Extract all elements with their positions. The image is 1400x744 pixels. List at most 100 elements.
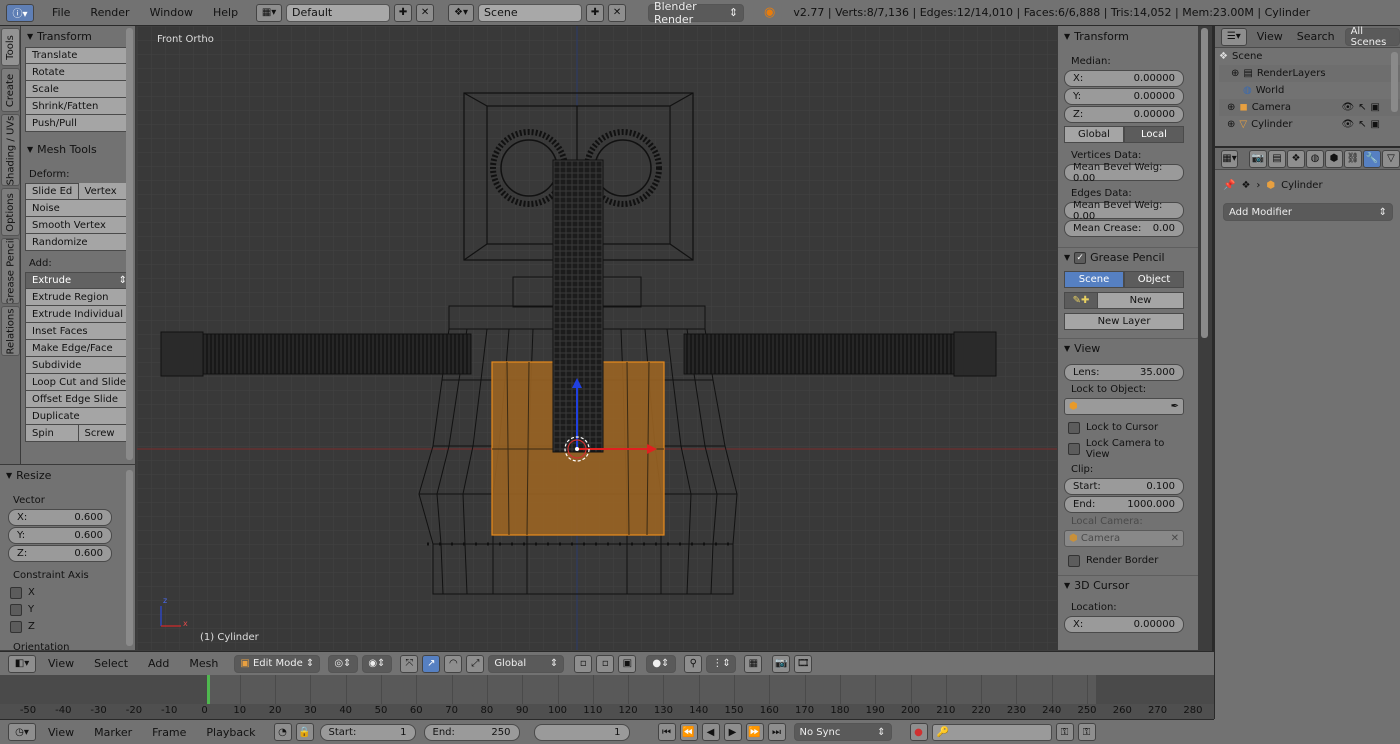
current-frame-field[interactable]: 1 (533, 723, 630, 741)
translate-button[interactable]: Translate (25, 47, 131, 64)
layers-tab-icon[interactable]: ▤ (1268, 149, 1286, 168)
3d-cursor-panel-header[interactable]: ▼ 3D Cursor (1058, 575, 1198, 593)
menu-add[interactable]: Add (140, 657, 177, 670)
screen-layout-icon[interactable]: ▦▾ (256, 3, 283, 22)
outliner-item-scene[interactable]: ❖ Scene (1219, 48, 1400, 65)
pencil-icon[interactable]: ✎✚ (1064, 292, 1098, 309)
spin-button[interactable]: Spin (25, 425, 79, 442)
vertex-bevel-weight-field[interactable]: Mean Bevel Weig: 0.00 (1064, 162, 1184, 184)
outliner-search-menu[interactable]: Search (1293, 30, 1339, 43)
loop-cut-slide-button[interactable]: Loop Cut and Slide (25, 374, 131, 391)
add-scene-icon[interactable]: ✚ (586, 3, 605, 22)
timeline-menu-view[interactable]: View (40, 726, 82, 739)
outliner-scrollbar[interactable] (1391, 52, 1398, 112)
layer-button-icon[interactable]: ▫ (574, 654, 593, 673)
outliner-item-camera[interactable]: ⊕ ◼ Camera 👁↖▣ (1219, 99, 1400, 116)
scene-tab-icon[interactable]: ❖ (1287, 149, 1305, 168)
timeline-menu-playback[interactable]: Playback (198, 726, 263, 739)
gp-scene-toggle[interactable]: Scene (1064, 271, 1124, 288)
shrink-fatten-button[interactable]: Shrink/Fatten (25, 98, 131, 115)
median-z-field[interactable]: Z: 0.00000 (1064, 106, 1184, 123)
gp-new-button[interactable]: New (1098, 292, 1184, 309)
vector-z-field[interactable]: Z: 0.600 (8, 545, 112, 562)
translate-manipulator-icon[interactable]: ↗ (422, 654, 441, 673)
lens-field[interactable]: Lens: 35.000 (1064, 364, 1184, 381)
lock-range-icon[interactable]: 🔒 (295, 723, 314, 741)
record-icon[interactable]: ● (909, 723, 928, 741)
smooth-vertex-button[interactable]: Smooth Vertex (25, 217, 131, 234)
constraints-tab-icon[interactable]: ⛓ (1344, 149, 1362, 168)
extrude-region-button[interactable]: Extrude Region (25, 289, 131, 306)
layer-button-icon[interactable]: ▣ (618, 654, 637, 673)
play-icon[interactable]: ▶ (723, 723, 742, 741)
delete-keyframe-icon[interactable]: ⚿ (1077, 723, 1096, 741)
add-layout-icon[interactable]: ✚ (394, 3, 413, 22)
outliner-editor-icon[interactable]: ☰▾ (1221, 27, 1247, 46)
slide-edge-button[interactable]: Slide Ed (25, 183, 79, 200)
viewport-shading-select[interactable]: ◎⇕ (328, 654, 359, 673)
display-mode-select[interactable]: All Scenes (1344, 26, 1400, 48)
resize-panel-header[interactable]: ▼ Resize (0, 466, 135, 484)
current-frame-marker[interactable] (207, 675, 210, 707)
preview-range-icon[interactable]: ◔ (273, 723, 292, 741)
screw-button[interactable]: Screw (78, 425, 131, 442)
noise-button[interactable]: Noise (25, 200, 131, 217)
jump-start-icon[interactable]: ⏮ (657, 723, 676, 741)
clear-icon[interactable]: ✕ (1171, 533, 1179, 544)
edge-bevel-weight-field[interactable]: Mean Bevel Weig: 0.00 (1064, 200, 1184, 222)
tab-shading-uvs[interactable]: Shading / UVs (1, 114, 20, 186)
insert-keyframe-icon[interactable]: ⚿ (1055, 723, 1074, 741)
offset-edge-slide-button[interactable]: Offset Edge Slide (25, 391, 131, 408)
lock-object-field[interactable]: ⬢ ✒ (1064, 398, 1184, 415)
expand-icon[interactable]: ⊕ (1227, 119, 1235, 130)
scene-icon[interactable]: ❖▾ (448, 3, 475, 22)
render-tab-icon[interactable]: 📷 (1249, 149, 1267, 168)
menu-file[interactable]: File (44, 6, 78, 19)
menu-select[interactable]: Select (86, 657, 136, 670)
randomize-button[interactable]: Randomize (25, 234, 131, 251)
make-edge-face-button[interactable]: Make Edge/Face (25, 340, 131, 357)
gp-new-layer-button[interactable]: New Layer (1064, 313, 1184, 330)
end-frame-field[interactable]: End: 250 (423, 723, 520, 741)
scale-manipulator-icon[interactable]: ⤢ (466, 654, 485, 673)
pin-icon[interactable]: 📌 (1223, 180, 1235, 191)
tab-create[interactable]: Create (1, 68, 20, 112)
render-engine-select[interactable]: Blender Render ⇕ (648, 0, 745, 26)
vector-x-field[interactable]: X: 0.600 (8, 509, 112, 526)
tab-tools[interactable]: Tools (1, 28, 20, 66)
gp-object-toggle[interactable]: Object (1124, 271, 1184, 288)
tab-grease-pencil[interactable]: Grease Pencil (1, 238, 20, 304)
object-tab-icon[interactable]: ⬢ (1325, 149, 1343, 168)
properties-editor-icon[interactable]: ▦▾ (1221, 149, 1238, 168)
world-tab-icon[interactable]: ◍ (1306, 149, 1324, 168)
mode-select[interactable]: ▣ Edit Mode ⇕ (234, 654, 321, 673)
modifiers-tab-icon[interactable]: 🔧 (1363, 149, 1381, 168)
slide-vertex-button[interactable]: Vertex (78, 183, 131, 200)
proportional-edit-select[interactable]: ●⇕ (646, 654, 677, 673)
menu-help[interactable]: Help (205, 6, 246, 19)
jump-keyframe-forward-icon[interactable]: ⏩ (745, 723, 764, 741)
play-reverse-icon[interactable]: ◀ (701, 723, 720, 741)
3d-viewport[interactable]: Front Ortho (1) Cylinder z x (137, 26, 1057, 650)
render-border-checkbox[interactable]: Render Border (1058, 552, 1198, 569)
transform-panel-header[interactable]: ▼ Transform (1058, 27, 1198, 45)
inset-faces-button[interactable]: Inset Faces (25, 323, 131, 340)
median-y-field[interactable]: Y: 0.00000 (1064, 88, 1184, 105)
cursor-x-field[interactable]: X: 0.00000 (1064, 616, 1184, 633)
extrude-individual-button[interactable]: Extrude Individual (25, 306, 131, 323)
menu-render[interactable]: Render (82, 6, 137, 19)
visibility-icons[interactable]: 👁↖▣ (1341, 102, 1384, 113)
local-toggle[interactable]: Local (1124, 126, 1184, 143)
screen-layout-field[interactable]: Default (286, 3, 391, 22)
jump-end-icon[interactable]: ⏭ (767, 723, 786, 741)
viewport-scene[interactable] (137, 26, 1057, 650)
subdivide-button[interactable]: Subdivide (25, 357, 131, 374)
expand-icon[interactable]: ⊕ (1231, 68, 1239, 79)
constraint-x-checkbox[interactable]: X (0, 584, 135, 601)
keying-set-field[interactable]: 🔑 (931, 723, 1052, 741)
timeline-menu-frame[interactable]: Frame (144, 726, 194, 739)
jump-keyframe-back-icon[interactable]: ⏪ (679, 723, 698, 741)
info-editor-icon[interactable]: ⓘ▾ (6, 3, 34, 22)
add-modifier-select[interactable]: Add Modifier ⇕ (1223, 203, 1393, 221)
pivot-point-select[interactable]: ◉⇕ (362, 654, 393, 673)
